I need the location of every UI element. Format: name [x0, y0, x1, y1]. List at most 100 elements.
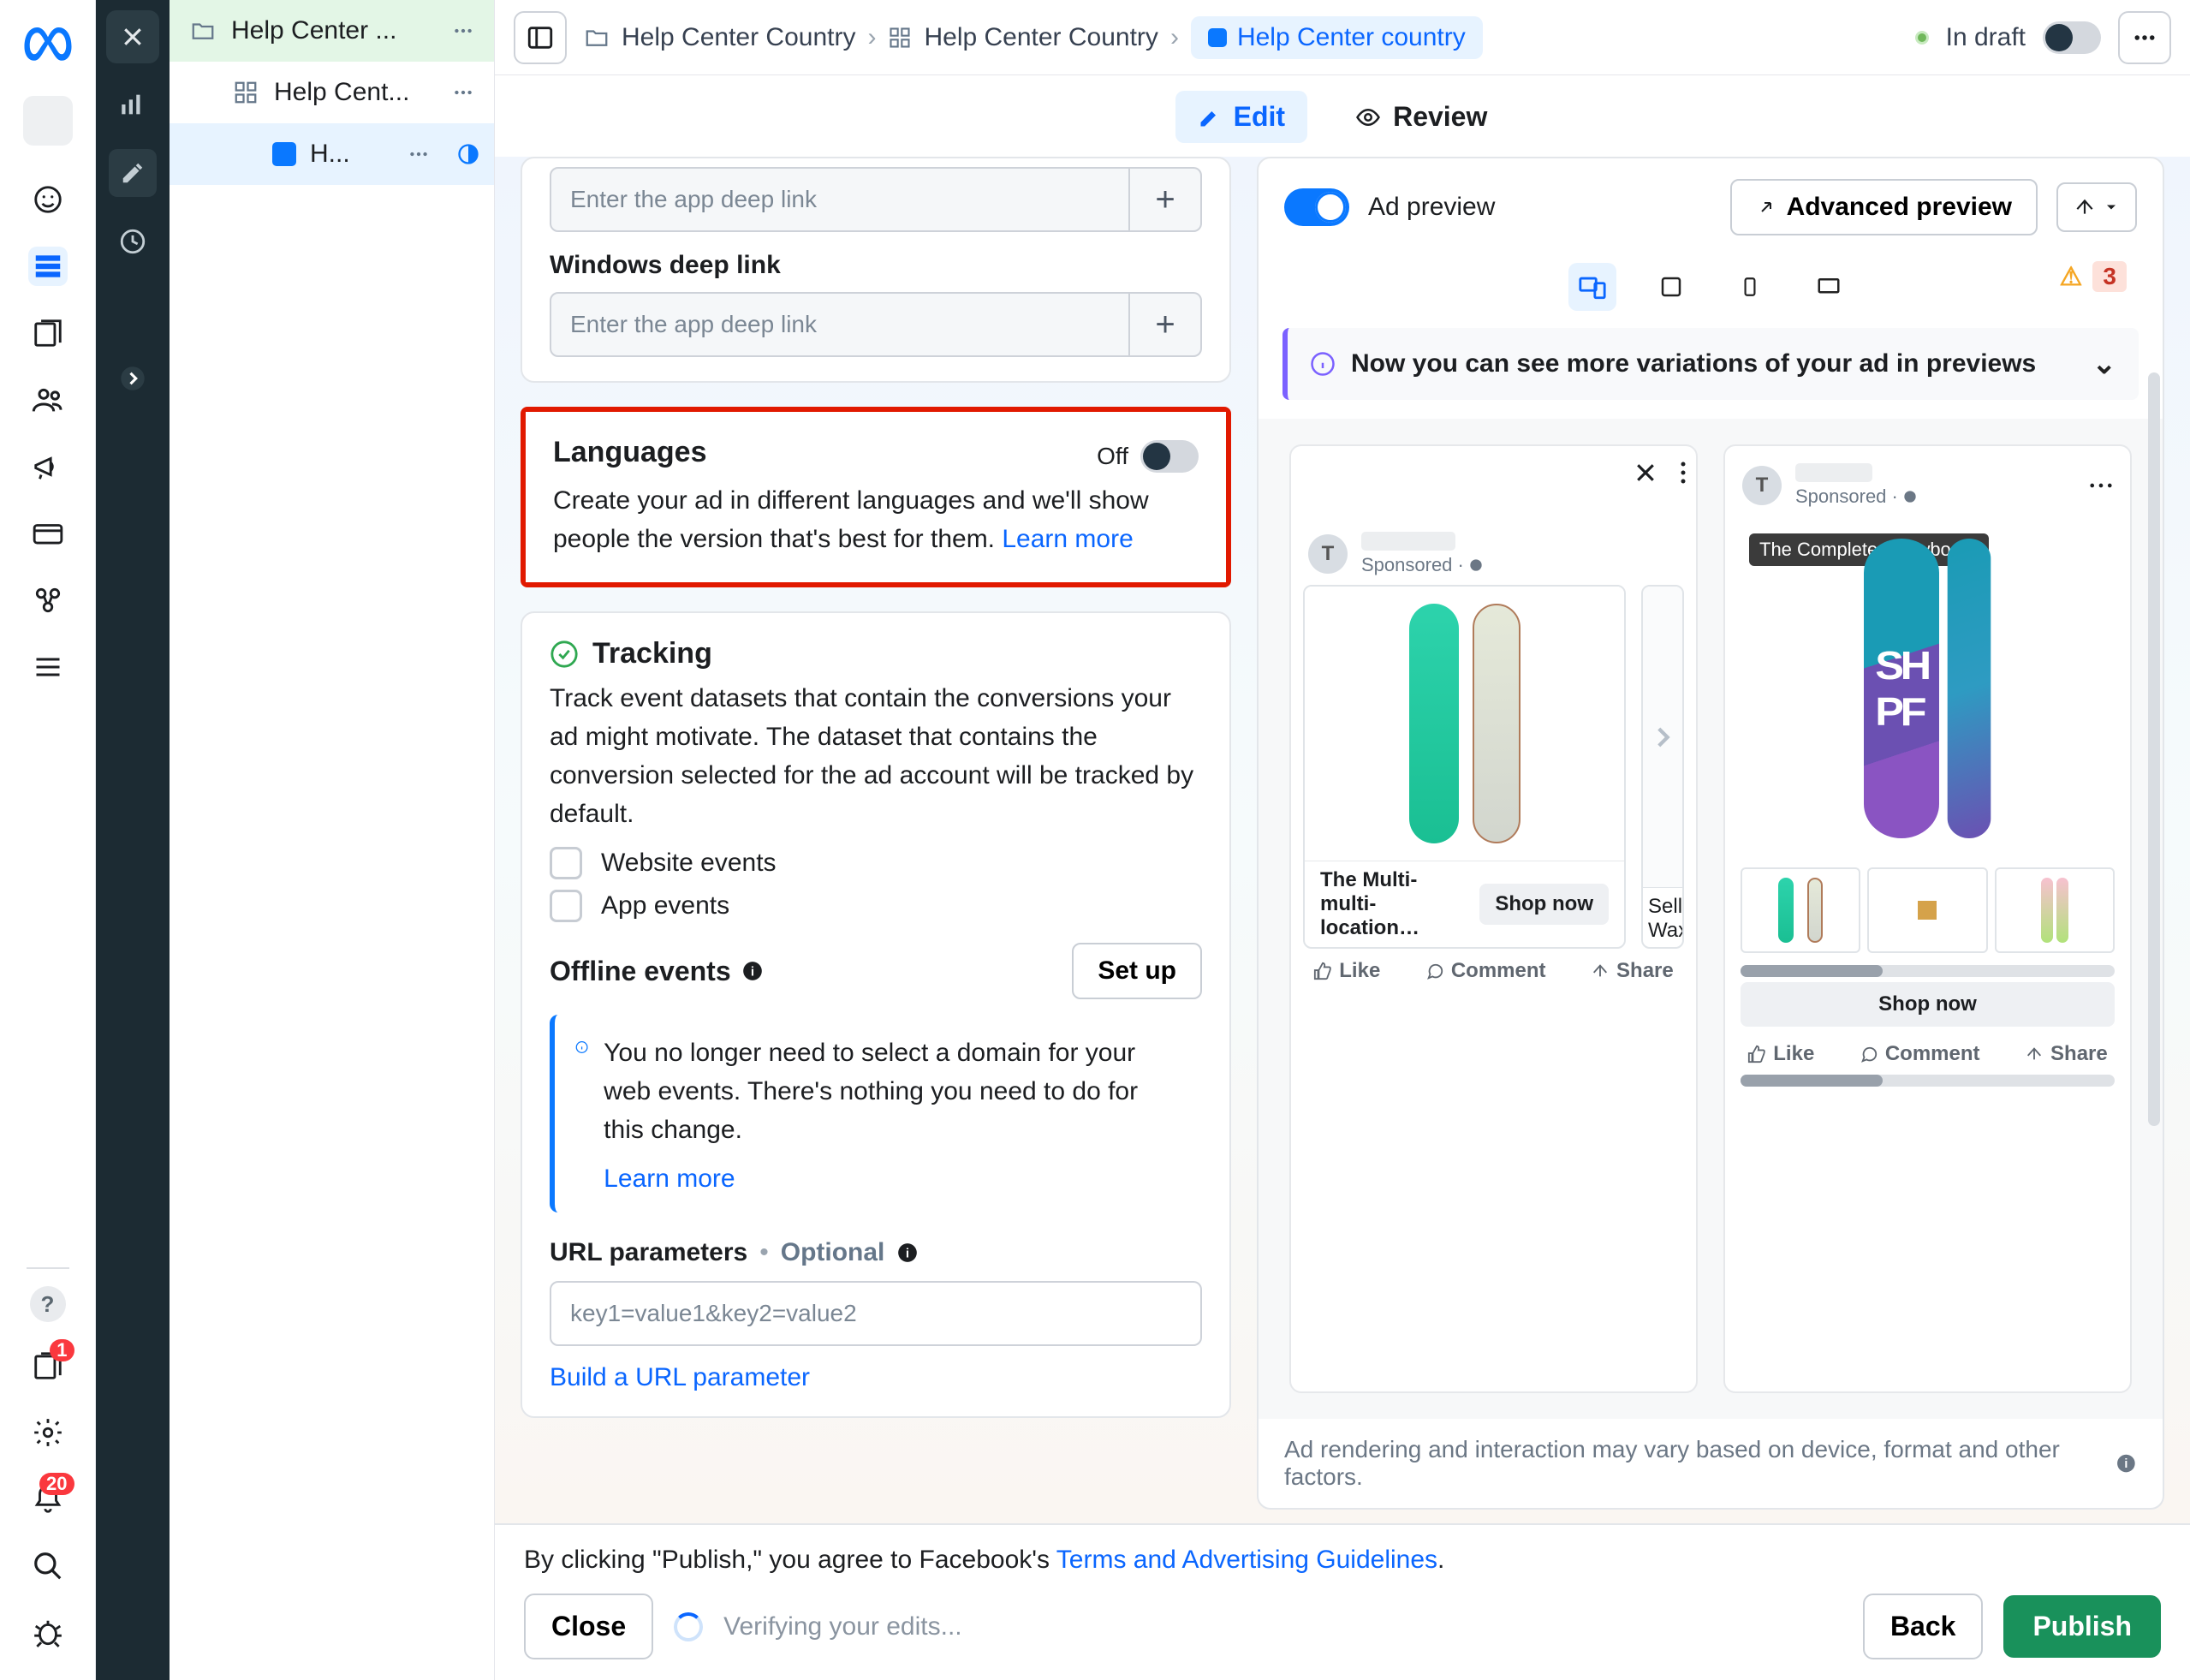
campaigns-nav-icon[interactable]	[28, 247, 68, 286]
footer-bar: By clicking "Publish," you agree to Face…	[495, 1523, 2190, 1680]
account-avatar[interactable]	[23, 96, 73, 146]
app-events-label: App events	[601, 891, 729, 920]
panel-rail	[96, 0, 170, 1680]
ad-library-nav-icon[interactable]	[28, 313, 68, 353]
tree-item-menu-icon[interactable]	[402, 137, 436, 171]
preview-scrollbar[interactable]	[2148, 372, 2160, 1126]
info-icon[interactable]: i	[741, 960, 764, 982]
languages-toggle[interactable]	[1140, 440, 1199, 473]
build-url-link[interactable]: Build a URL parameter	[550, 1363, 810, 1392]
toggle-sidebar-icon[interactable]	[514, 11, 567, 64]
checkbox-icon[interactable]	[550, 890, 582, 922]
info-icon[interactable]: i	[2116, 1452, 2137, 1474]
tree-item-menu-icon[interactable]	[446, 75, 480, 110]
notifications-nav-icon[interactable]: 20	[28, 1480, 68, 1519]
app-events-row[interactable]: App events	[550, 890, 1202, 922]
comment-action[interactable]: Comment	[1425, 959, 1546, 983]
top-bar: Help Center Country › Help Center Countr…	[495, 0, 2190, 75]
events-nav-icon[interactable]	[28, 581, 68, 620]
all-tools-nav-icon[interactable]	[28, 647, 68, 687]
thumbnail-scrollbar[interactable]	[1741, 965, 2115, 977]
structure-tree: Help Center ... Help Cent... H...	[170, 0, 495, 1680]
share-action[interactable]: Share	[1591, 959, 1674, 983]
device-mobile-icon[interactable]	[1726, 263, 1774, 311]
device-multi-icon[interactable]	[1568, 263, 1616, 311]
ad1-cta-button[interactable]: Shop now	[1479, 884, 1609, 925]
deeplink-field[interactable]	[551, 169, 1128, 230]
advertise-nav-icon[interactable]	[28, 447, 68, 486]
breadcrumb-ad[interactable]: Help Center country	[1191, 16, 1483, 59]
back-button[interactable]: Back	[1863, 1594, 1984, 1659]
dots-icon[interactable]	[2089, 481, 2113, 490]
bug-nav-icon[interactable]	[28, 1613, 68, 1653]
windows-deeplink-field[interactable]	[551, 294, 1128, 355]
languages-learn-link[interactable]: Learn more	[1002, 525, 1133, 553]
status-label: In draft	[1946, 23, 2026, 52]
expand-panel-icon[interactable]	[109, 354, 157, 402]
thumbnail[interactable]	[1995, 867, 2115, 953]
comment-action[interactable]: Comment	[1860, 1042, 1980, 1066]
more-menu-icon[interactable]	[2118, 11, 2171, 64]
preview-body: T Sponsored · The Multi-multi-location…	[1259, 419, 2163, 1419]
ad1-next-card[interactable]: Selling Wax	[1641, 585, 1684, 949]
breadcrumb-adset[interactable]: Help Center Country	[924, 23, 1157, 52]
url-params-input[interactable]	[551, 1283, 1200, 1344]
tree-campaign-label: Help Center ...	[231, 16, 432, 45]
close-icon[interactable]	[1633, 460, 1658, 486]
preview-toggle[interactable]	[1284, 188, 1349, 226]
breadcrumb: Help Center Country › Help Center Countr…	[584, 16, 1483, 59]
tab-edit[interactable]: Edit	[1175, 91, 1307, 143]
card-scrollbar[interactable]	[1741, 1075, 2115, 1087]
tree-adset[interactable]: Help Cent...	[170, 62, 494, 123]
edit-panel-icon[interactable]	[109, 149, 157, 197]
share-action[interactable]: Share	[2025, 1042, 2108, 1066]
variations-label: Now you can see more variations of your …	[1351, 349, 2036, 378]
tab-review[interactable]: Review	[1333, 91, 1509, 143]
settings-nav-icon[interactable]	[28, 1413, 68, 1452]
advanced-preview-button[interactable]: Advanced preview	[1730, 179, 2038, 235]
chart-panel-icon[interactable]	[109, 80, 157, 128]
chevron-right-icon: ›	[867, 23, 876, 52]
search-nav-icon[interactable]	[28, 1546, 68, 1586]
terms-link[interactable]: Terms and Advertising Guidelines	[1056, 1546, 1437, 1574]
close-panel-icon[interactable]	[106, 10, 159, 63]
status-toggle[interactable]	[2043, 21, 2101, 54]
meta-logo-icon[interactable]	[22, 19, 74, 70]
thumbnail[interactable]	[1741, 867, 1860, 953]
share-preview-button[interactable]	[2056, 182, 2137, 232]
checkbox-icon[interactable]	[550, 847, 582, 879]
like-action[interactable]: Like	[1313, 959, 1380, 983]
adset-icon	[231, 78, 260, 107]
preview-warning[interactable]: ⚠ 3	[2060, 261, 2127, 292]
ad2-cta-button[interactable]: Shop now	[1741, 982, 2115, 1027]
breadcrumb-campaign[interactable]: Help Center Country	[622, 23, 855, 52]
tree-item-menu-icon[interactable]	[446, 14, 480, 48]
variations-row[interactable]: Now you can see more variations of your …	[1282, 328, 2139, 400]
kebab-icon[interactable]	[1679, 460, 1687, 486]
setup-button[interactable]: Set up	[1072, 943, 1202, 999]
device-desktop-icon[interactable]	[1805, 263, 1853, 311]
dashboard-nav-icon[interactable]	[28, 180, 68, 219]
like-action[interactable]: Like	[1747, 1042, 1814, 1066]
deeplinks-card: + Windows deep link +	[521, 157, 1231, 383]
publish-button[interactable]: Publish	[2003, 1595, 2161, 1658]
audiences-nav-icon[interactable]	[28, 380, 68, 420]
add-deeplink-icon[interactable]: +	[1128, 294, 1200, 355]
close-button[interactable]: Close	[524, 1594, 653, 1659]
add-deeplink-icon[interactable]: +	[1128, 169, 1200, 230]
tracking-info-learn-link[interactable]: Learn more	[604, 1165, 735, 1194]
history-panel-icon[interactable]	[109, 217, 157, 265]
warning-icon: ⚠	[2060, 262, 2083, 292]
page-name-placeholder	[1795, 463, 1872, 482]
help-icon[interactable]: ?	[30, 1286, 66, 1322]
website-events-row[interactable]: Website events	[550, 847, 1202, 879]
info-icon[interactable]: i	[896, 1242, 919, 1264]
reports-nav-icon[interactable]: 1	[28, 1346, 68, 1385]
tree-campaign[interactable]: Help Center ...	[170, 0, 494, 62]
ad-icon	[1208, 28, 1227, 47]
languages-highlight: Languages Off Create your ad in differen…	[521, 407, 1231, 587]
billing-nav-icon[interactable]	[28, 514, 68, 553]
device-square-icon[interactable]	[1647, 263, 1695, 311]
thumbnail[interactable]	[1867, 867, 1987, 953]
tree-ad[interactable]: H...	[170, 123, 494, 185]
